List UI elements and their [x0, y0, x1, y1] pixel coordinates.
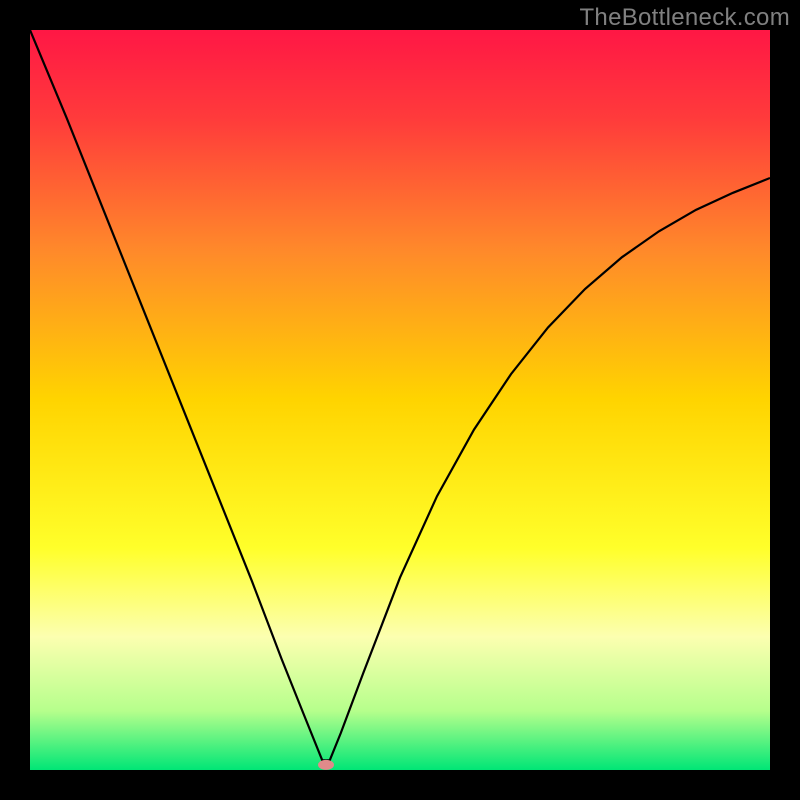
watermark-text: TheBottleneck.com [579, 4, 790, 32]
chart-svg [30, 30, 770, 770]
optimum-marker [318, 760, 334, 770]
chart-container: TheBottleneck.com [0, 0, 800, 800]
gradient-background [30, 30, 770, 770]
plot-area [30, 30, 770, 770]
